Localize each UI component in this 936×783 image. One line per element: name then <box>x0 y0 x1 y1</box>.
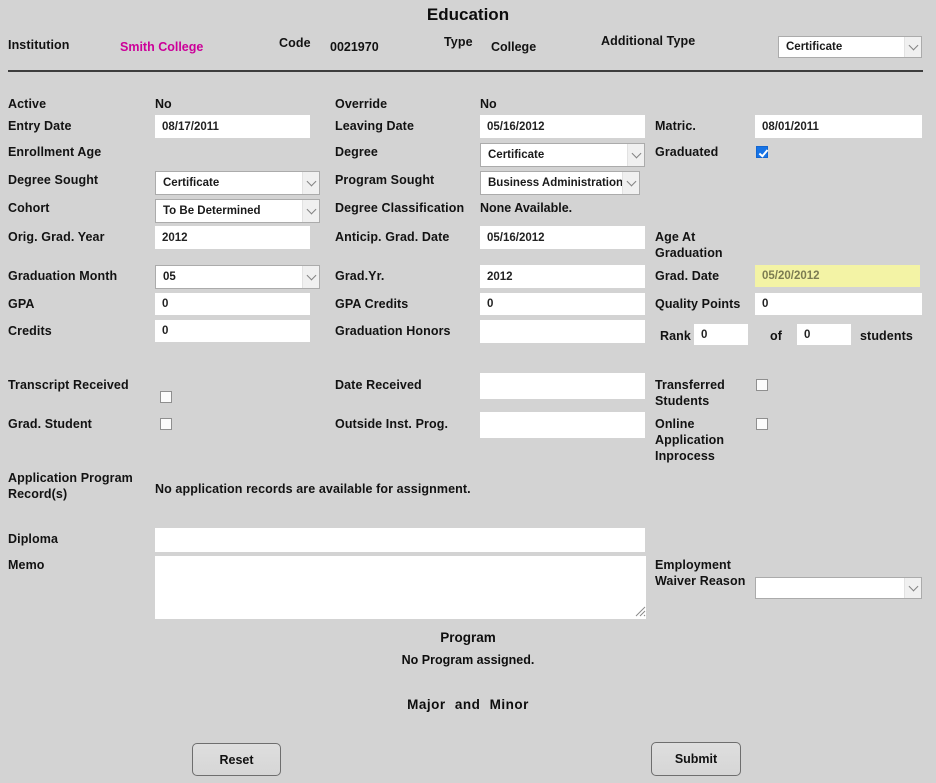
degree-sought-label: Degree Sought <box>8 172 98 188</box>
online-application-label: Online Application Inprocess <box>655 416 747 464</box>
anticip-grad-date-input[interactable] <box>480 226 645 249</box>
degree-label: Degree <box>335 144 378 160</box>
matric-input[interactable] <box>755 115 922 138</box>
online-application-checkbox[interactable] <box>756 418 768 430</box>
graduation-month-label: Graduation Month <box>8 268 117 284</box>
diploma-label: Diploma <box>8 531 58 547</box>
institution-value[interactable]: Smith College <box>120 39 203 55</box>
quality-points-label: Quality Points <box>655 296 740 312</box>
rank-input[interactable] <box>694 324 748 345</box>
matric-label: Matric. <box>655 118 696 134</box>
type-label: Type <box>444 34 473 50</box>
transcript-received-label: Transcript Received <box>8 377 129 393</box>
rank-of-label: of <box>770 328 782 344</box>
cohort-select[interactable]: To Be Determined <box>155 199 320 223</box>
gpa-label: GPA <box>8 296 34 312</box>
additional-type-selected: Certificate <box>779 41 904 53</box>
degree-sought-selected: Certificate <box>156 177 302 189</box>
graduation-month-select[interactable]: 05 <box>155 265 320 289</box>
page-title: Education <box>0 5 936 25</box>
degree-classification-value: None Available. <box>480 200 572 216</box>
grad-date-label: Grad. Date <box>655 268 719 284</box>
cohort-selected: To Be Determined <box>156 205 302 217</box>
application-program-label: Application Program Record(s) <box>8 470 143 502</box>
grad-date-input[interactable] <box>755 265 920 287</box>
date-received-label: Date Received <box>335 377 422 393</box>
transferred-students-label: Transferred Students <box>655 377 740 409</box>
graduated-checkbox[interactable] <box>756 146 768 158</box>
orig-grad-year-label: Orig. Grad. Year <box>8 229 105 245</box>
entry-date-label: Entry Date <box>8 118 72 134</box>
chevron-down-icon <box>904 578 921 598</box>
graduation-month-selected: 05 <box>156 271 302 283</box>
program-sought-selected: Business Administration <box>481 177 622 189</box>
graduation-honors-input[interactable] <box>480 320 645 343</box>
employment-waiver-label: Employment Waiver Reason <box>655 557 747 589</box>
graduation-honors-label: Graduation Honors <box>335 323 451 339</box>
employment-waiver-select[interactable] <box>755 577 922 599</box>
education-form: Education Institution Smith College Code… <box>0 0 936 783</box>
grad-yr-input[interactable] <box>480 265 645 288</box>
grad-student-label: Grad. Student <box>8 416 92 432</box>
cohort-label: Cohort <box>8 200 50 216</box>
submit-button[interactable]: Submit <box>651 742 741 776</box>
transcript-received-checkbox[interactable] <box>160 391 172 403</box>
transferred-students-checkbox[interactable] <box>756 379 768 391</box>
outside-inst-prog-input[interactable] <box>480 412 645 438</box>
grad-yr-label: Grad.Yr. <box>335 268 384 284</box>
degree-selected: Certificate <box>481 149 627 161</box>
leaving-date-label: Leaving Date <box>335 118 414 134</box>
chevron-down-icon <box>302 172 319 194</box>
program-message: No Program assigned. <box>0 653 936 667</box>
entry-date-input[interactable] <box>155 115 310 138</box>
age-at-graduation-label: Age At Graduation <box>655 229 747 261</box>
chevron-down-icon <box>627 144 644 166</box>
type-value: College <box>491 39 536 55</box>
chevron-down-icon <box>904 37 921 57</box>
degree-classification-label: Degree Classification <box>335 200 464 216</box>
active-value: No <box>155 96 172 112</box>
outside-inst-prog-label: Outside Inst. Prog. <box>335 416 448 432</box>
rank-label: Rank <box>660 328 691 344</box>
additional-type-select[interactable]: Certificate <box>778 36 922 58</box>
credits-label: Credits <box>8 323 52 339</box>
diploma-input[interactable] <box>155 528 645 552</box>
header-divider <box>8 70 923 72</box>
chevron-down-icon <box>622 172 639 194</box>
grad-student-checkbox[interactable] <box>160 418 172 430</box>
application-program-message: No application records are available for… <box>155 481 471 497</box>
code-label: Code <box>279 35 311 51</box>
chevron-down-icon <box>302 266 319 288</box>
quality-points-input[interactable] <box>755 293 922 315</box>
orig-grad-year-input[interactable] <box>155 226 310 249</box>
chevron-down-icon <box>302 200 319 222</box>
institution-label: Institution <box>8 37 70 53</box>
degree-sought-select[interactable]: Certificate <box>155 171 320 195</box>
additional-type-label: Additional Type <box>601 33 695 49</box>
reset-button[interactable]: Reset <box>192 743 281 776</box>
active-label: Active <box>8 96 46 112</box>
memo-label: Memo <box>8 557 45 573</box>
leaving-date-input[interactable] <box>480 115 645 138</box>
gpa-input[interactable] <box>155 293 310 315</box>
credits-input[interactable] <box>155 320 310 342</box>
code-value: 0021970 <box>330 39 379 55</box>
enrollment-age-label: Enrollment Age <box>8 144 101 160</box>
override-label: Override <box>335 96 387 112</box>
memo-textarea[interactable] <box>155 556 646 619</box>
program-sought-label: Program Sought <box>335 172 434 188</box>
rank-total-input[interactable] <box>797 324 851 345</box>
graduated-label: Graduated <box>655 144 718 160</box>
date-received-input[interactable] <box>480 373 645 399</box>
rank-students-label: students <box>860 328 913 344</box>
gpa-credits-label: GPA Credits <box>335 296 408 312</box>
major-minor-section-title: Major and Minor <box>0 697 936 712</box>
gpa-credits-input[interactable] <box>480 293 645 315</box>
anticip-grad-date-label: Anticip. Grad. Date <box>335 229 449 245</box>
degree-select[interactable]: Certificate <box>480 143 645 167</box>
override-value: No <box>480 96 497 112</box>
program-sought-select[interactable]: Business Administration <box>480 171 640 195</box>
program-section-title: Program <box>0 630 936 645</box>
